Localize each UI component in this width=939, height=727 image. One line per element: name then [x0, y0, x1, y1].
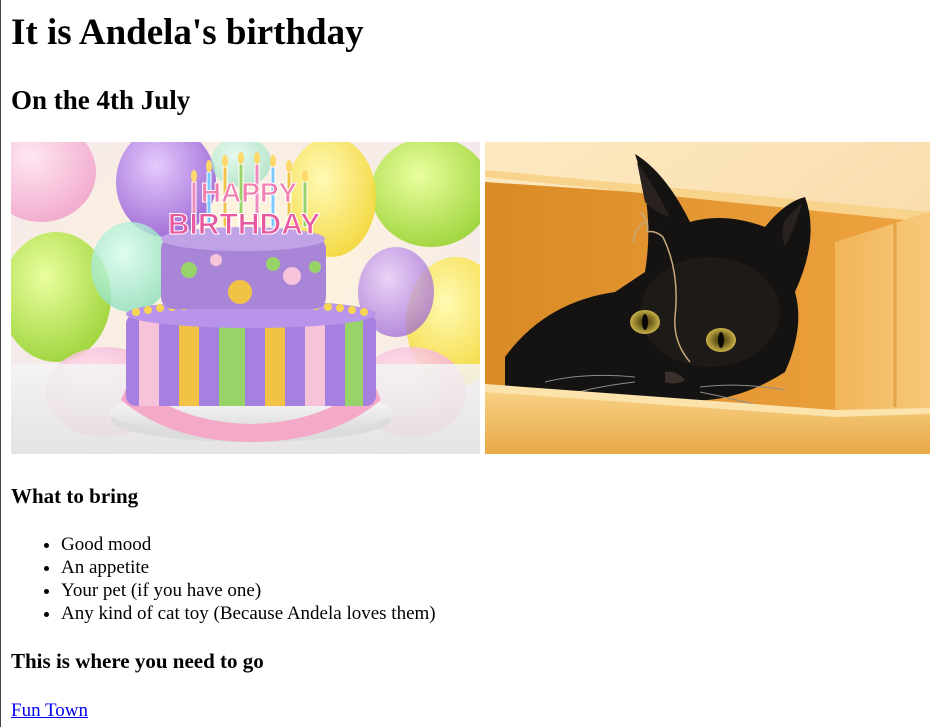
bring-heading: What to bring — [11, 484, 139, 508]
birthday-cake-image: HAPPY BIRTHDAY — [11, 142, 480, 454]
list-item: Your pet (if you have one) — [61, 579, 436, 602]
page-title: It is Andela's birthday — [11, 12, 364, 53]
cake-candle-text-birthday: BIRTHDAY — [168, 208, 320, 241]
location-heading: This is where you need to go — [11, 649, 264, 673]
cake-candle-text-happy: HAPPY — [201, 177, 298, 208]
date-heading: On the 4th July — [11, 85, 191, 115]
photo-row: HAPPY BIRTHDAY — [11, 142, 931, 454]
bring-list: Good mood An appetite Your pet (if you h… — [11, 533, 436, 625]
list-item: Any kind of cat toy (Because Andela love… — [61, 602, 436, 625]
fun-town-link[interactable]: Fun Town — [11, 699, 88, 723]
list-item: An appetite — [61, 556, 436, 579]
list-item: Good mood — [61, 533, 436, 556]
black-cat-in-box-image — [485, 142, 930, 454]
window-left-border — [0, 0, 1, 727]
